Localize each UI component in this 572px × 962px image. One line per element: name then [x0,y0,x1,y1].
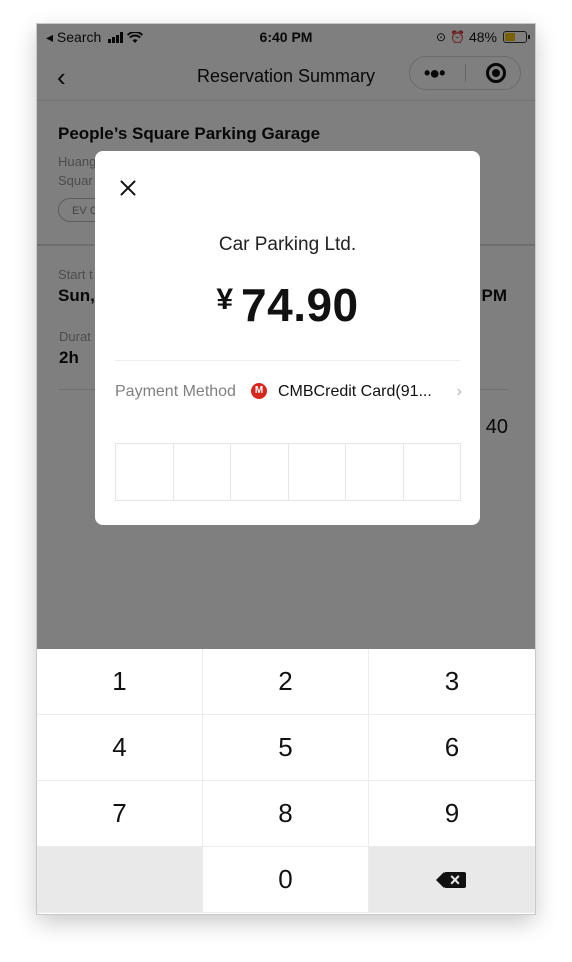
dialog-divider [115,360,460,361]
payment-amount: ¥74.90 [95,278,480,332]
numeric-keypad: 1 2 3 4 5 6 7 8 9 0 [37,649,535,914]
currency-symbol: ¥ [216,283,234,316]
payment-dialog: Car Parking Ltd. ¥74.90 Payment Method M… [95,151,480,525]
key-1[interactable]: 1 [37,649,203,715]
close-icon[interactable] [117,177,139,199]
backspace-key[interactable] [369,847,535,913]
pin-digit-box [116,444,174,500]
payment-method-label: Payment Method [115,383,236,400]
key-4[interactable]: 4 [37,715,203,781]
pin-digit-box [231,444,289,500]
key-3[interactable]: 3 [369,649,535,715]
pin-digit-box [404,444,461,500]
key-0[interactable]: 0 [203,847,369,913]
chevron-right-icon: › [456,383,462,400]
cmb-bank-icon: M [251,383,267,399]
pin-digit-box [174,444,231,500]
payment-method-value: CMBCredit Card(91... [278,383,432,400]
phone-screen: ◂ Search 6:40 PM ⊙ ⏰ 48% ‹ Reservation S… [37,24,535,914]
key-blank [37,847,203,913]
key-9[interactable]: 9 [369,781,535,847]
backspace-icon [436,869,466,891]
pin-digit-box [289,444,346,500]
key-7[interactable]: 7 [37,781,203,847]
key-5[interactable]: 5 [203,715,369,781]
key-6[interactable]: 6 [369,715,535,781]
payment-method-selector[interactable]: Payment Method M CMBCredit Card(91... › [115,382,462,404]
key-8[interactable]: 8 [203,781,369,847]
amount-value: 74.90 [241,279,359,331]
merchant-name: Car Parking Ltd. [218,234,357,255]
key-2[interactable]: 2 [203,649,369,715]
pin-digit-box [346,444,404,500]
pin-input[interactable] [115,443,461,501]
